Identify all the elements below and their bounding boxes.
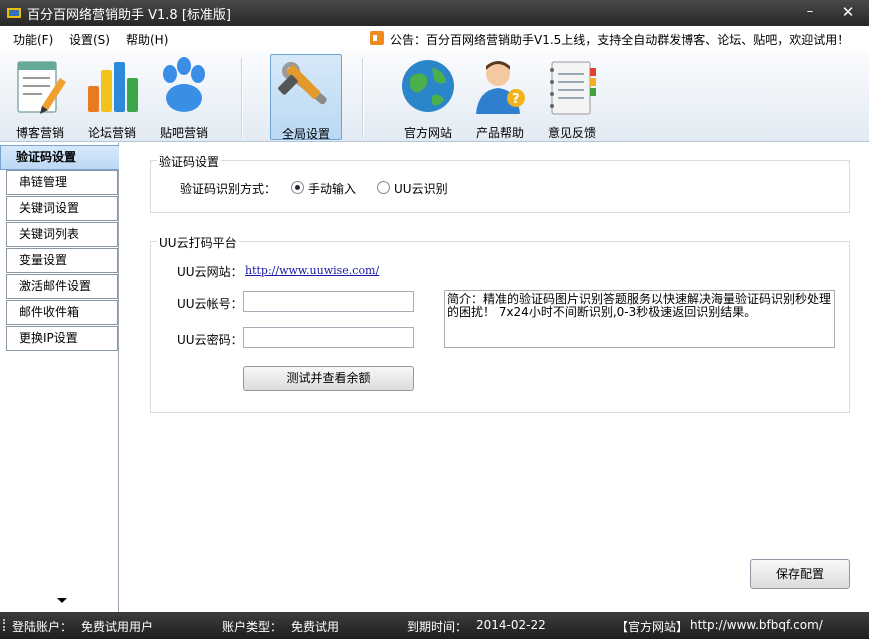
blog-notepad-icon	[17, 61, 66, 114]
tool-label: 论坛营销	[87, 126, 136, 140]
tool-label: 贴吧营销	[159, 126, 208, 140]
sidebar: 验证码设置 串链管理 关键词设置 关键词列表 变量设置 激活邮件设置 邮件收件箱…	[0, 143, 119, 612]
uu-cloud-label[interactable]: UU云识别	[394, 180, 448, 197]
window-title: 百分百网络营销助手 V1.8 [标准版]	[27, 8, 231, 23]
uu-account-label: UU云帐号：	[177, 297, 243, 311]
tool-label: 官方网站	[403, 126, 452, 140]
sidebar-item-activation-email[interactable]: 激活邮件设置	[6, 274, 118, 299]
manual-input-radio[interactable]	[291, 181, 304, 194]
sidebar-item-keyword-list[interactable]: 关键词列表	[6, 222, 118, 247]
uu-password-label: UU云密码：	[177, 333, 243, 347]
captcha-settings-group: 验证码设置 验证码识别方式： 手动输入 UU云识别	[150, 153, 850, 213]
sidebar-item-keyword-settings[interactable]: 关键词设置	[6, 196, 118, 221]
official-site-label: 【官方网站】	[616, 620, 689, 634]
login-label: 登陆账户：	[12, 620, 73, 634]
title-bar: 百分百网络营销助手 V1.8 [标准版] – ✕	[0, 0, 869, 26]
minimize-button[interactable]: –	[798, 3, 822, 21]
login-value: 免费试用用户	[81, 620, 154, 634]
expire-label: 到期时间：	[407, 620, 468, 634]
group-title: 验证码设置	[157, 153, 222, 170]
toolbar-separator	[241, 58, 243, 138]
app-icon	[7, 8, 21, 18]
notebook-icon	[550, 61, 596, 115]
uu-password-input[interactable]	[243, 327, 414, 348]
sidebar-item-change-ip[interactable]: 更换IP设置	[6, 326, 118, 351]
tool-label: 意见反馈	[547, 126, 596, 140]
manual-input-label[interactable]: 手动输入	[308, 180, 356, 197]
svg-text:?: ?	[512, 92, 520, 107]
notice-text: 公告：百分百网络营销助手V1.5上线，支持全自动群发博客、论坛、贴吧，欢迎试用！	[390, 33, 850, 47]
menu-help[interactable]: 帮助(H)	[126, 31, 168, 48]
tool-official-site[interactable]: 官方网站	[394, 54, 462, 140]
official-site-url[interactable]: http://www.bfbqf.com/	[690, 618, 823, 632]
menu-function[interactable]: 功能(F)	[13, 31, 53, 48]
globe-icon	[402, 60, 454, 112]
tool-global-settings[interactable]: 全局设置	[270, 54, 342, 141]
tool-feedback[interactable]: 意见反馈	[538, 54, 606, 140]
status-bar: 登陆账户： 免费试用用户 账户类型： 免费试用 到期时间： 2014-02-22…	[0, 612, 869, 639]
close-button[interactable]: ✕	[836, 3, 860, 21]
group-title: UU云打码平台	[157, 234, 239, 251]
menu-bar: 功能(F) 设置(S) 帮助(H) 公告：百分百网络营销助手V1.5上线，支持全…	[0, 26, 869, 50]
save-config-button[interactable]: 保存配置	[750, 559, 850, 589]
tool-blog-marketing[interactable]: 博客营销	[6, 54, 74, 140]
uu-site-link[interactable]: http://www.uuwise.com/	[245, 264, 379, 277]
scroll-down-icon[interactable]	[57, 598, 67, 603]
sidebar-item-captcha-settings[interactable]: 验证码设置	[0, 145, 119, 170]
toolbar: 博客营销 论坛营销 贴吧营销 全局设置 官方网站 ? 产品帮助 意见反馈	[0, 50, 869, 142]
uu-cloud-radio[interactable]	[377, 181, 390, 194]
tool-label: 全局设置	[281, 127, 330, 141]
captcha-method-label: 验证码识别方式：	[180, 182, 277, 196]
toolbar-separator	[362, 58, 364, 138]
paw-icon	[163, 57, 205, 112]
tools-icon	[278, 62, 327, 105]
main-panel: 验证码设置 验证码识别方式： 手动输入 UU云识别 UU云打码平台 UU云网站：…	[120, 143, 869, 612]
sidebar-item-chain-management[interactable]: 串链管理	[6, 170, 118, 195]
tool-label: 博客营销	[15, 126, 64, 140]
menu-settings[interactable]: 设置(S)	[69, 31, 110, 48]
status-grip-icon	[3, 619, 5, 631]
uu-account-input[interactable]	[243, 291, 414, 312]
speaker-icon	[370, 31, 384, 45]
tool-product-help[interactable]: ? 产品帮助	[466, 54, 534, 140]
bar-chart-icon	[88, 62, 138, 112]
uu-site-label: UU云网站：	[177, 265, 243, 279]
help-person-icon: ?	[476, 61, 525, 114]
uu-platform-group: UU云打码平台 UU云网站： http://www.uuwise.com/ UU…	[150, 234, 850, 413]
test-balance-button[interactable]: 测试并查看余额	[243, 366, 414, 391]
account-type-value: 免费试用	[291, 620, 340, 634]
account-type-label: 账户类型：	[222, 620, 283, 634]
sidebar-item-variable-settings[interactable]: 变量设置	[6, 248, 118, 273]
expire-value: 2014-02-22	[476, 618, 546, 632]
sidebar-item-mail-inbox[interactable]: 邮件收件箱	[6, 300, 118, 325]
tool-label: 产品帮助	[475, 126, 524, 140]
tool-forum-marketing[interactable]: 论坛营销	[78, 54, 146, 140]
uu-description: 简介：精准的验证码图片识别答题服务以快速解决海量验证码识别秒处理的困扰！ 7x2…	[444, 290, 835, 348]
tool-tieba-marketing[interactable]: 贴吧营销	[150, 54, 218, 140]
